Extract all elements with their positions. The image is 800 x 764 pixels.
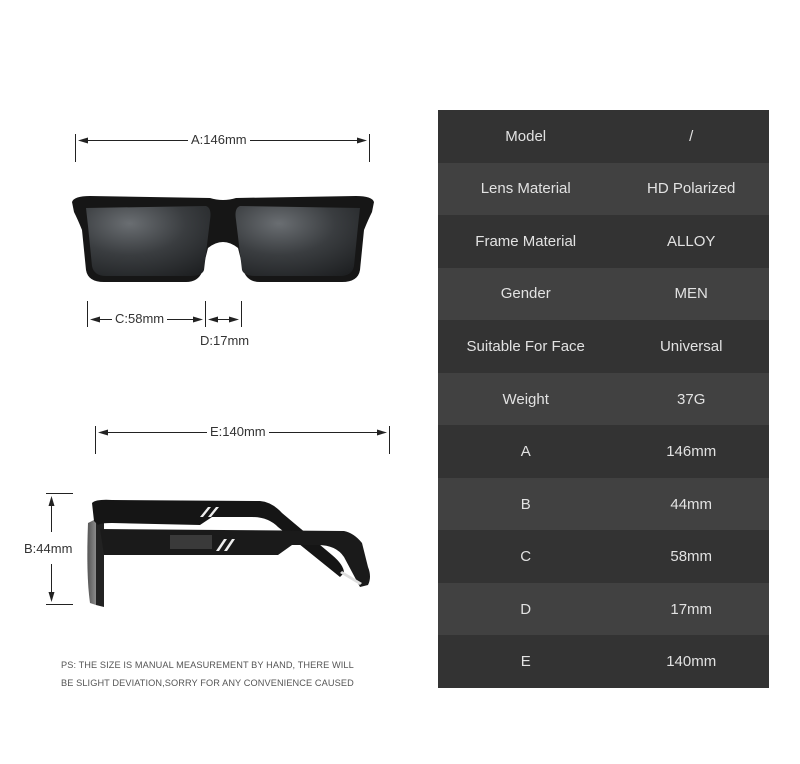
spec-value: MEN (674, 285, 708, 303)
dim-e-label: E:140mm (207, 425, 269, 439)
sunglasses-front-image (72, 196, 374, 282)
spec-value: 58mm (670, 548, 713, 566)
dim-b-bottom-tick (46, 604, 73, 605)
measurement-note: PS: THE SIZE IS MANUAL MEASUREMENT BY HA… (61, 656, 354, 692)
dim-b-top-tick (46, 493, 73, 494)
dim-a-label: A:146mm (188, 133, 250, 147)
note-line-1: PS: THE SIZE IS MANUAL MEASUREMENT BY HA… (61, 660, 354, 670)
spec-label: Gender (500, 285, 551, 303)
spec-value: 17mm (670, 600, 713, 618)
dim-b-label: B:44mm (24, 541, 73, 556)
spec-value: 37G (677, 390, 706, 408)
spec-label: E (520, 653, 531, 671)
spec-label: Model (505, 127, 547, 145)
arrow-up-icon (48, 496, 55, 506)
spec-value: / (689, 127, 694, 145)
spec-label: Suitable For Face (466, 337, 585, 355)
dim-c-label: C:58mm (112, 312, 168, 326)
spec-label: D (520, 600, 532, 618)
table-row: A 146mm (438, 425, 769, 478)
table-row: Lens Material HD Polarized (438, 162, 769, 216)
table-row: B 44mm (438, 477, 769, 531)
arrow-left-icon (78, 137, 88, 144)
arrow-down-icon (48, 592, 55, 602)
sunglasses-side-image (87, 499, 370, 607)
dim-e-left-tick (95, 426, 96, 454)
spec-label: Weight (502, 390, 549, 408)
arrow-left-icon (90, 316, 100, 323)
dim-a-left-tick (75, 134, 76, 162)
spec-value: ALLOY (667, 232, 716, 250)
table-row: D 17mm (438, 582, 769, 636)
arrow-right-icon (229, 316, 239, 323)
note-line-2: BE SLIGHT DEVIATION,SORRY FOR ANY CONVEN… (61, 678, 354, 688)
arrow-right-icon (357, 137, 367, 144)
spec-label: C (520, 548, 532, 566)
dim-d-label: D:17mm (197, 334, 253, 348)
arrow-right-icon (377, 429, 387, 436)
dim-e-right-tick (389, 426, 390, 454)
spec-value: Universal (659, 337, 723, 355)
dim-c-right-tick (205, 301, 206, 327)
spec-label: B (520, 495, 531, 513)
spec-value: HD Polarized (647, 180, 736, 198)
arrow-left-icon (208, 316, 218, 323)
table-row: Suitable For Face Universal (438, 320, 769, 373)
spec-label: Lens Material (480, 180, 571, 198)
spec-table: Model / Lens Material HD Polarized Frame M… (438, 110, 769, 689)
table-row: Weight 37G (438, 372, 769, 426)
table-row: C 58mm (438, 530, 769, 583)
table-row: Gender MEN (438, 267, 769, 321)
spec-value: 146mm (666, 443, 717, 461)
spec-value: 44mm (670, 495, 713, 513)
arrow-left-icon (98, 429, 108, 436)
arrow-right-icon (193, 316, 203, 323)
table-row: Frame Material ALLOY (438, 215, 769, 268)
table-row: E 140mm (438, 635, 769, 689)
dim-c-left-tick (87, 301, 88, 327)
spec-label: A (520, 443, 531, 461)
dim-d-right-tick (241, 301, 242, 327)
spec-label: Frame Material (475, 232, 577, 250)
spec-value: 140mm (666, 653, 717, 671)
dim-a-right-tick (369, 134, 370, 162)
table-row: Model / (438, 110, 769, 163)
